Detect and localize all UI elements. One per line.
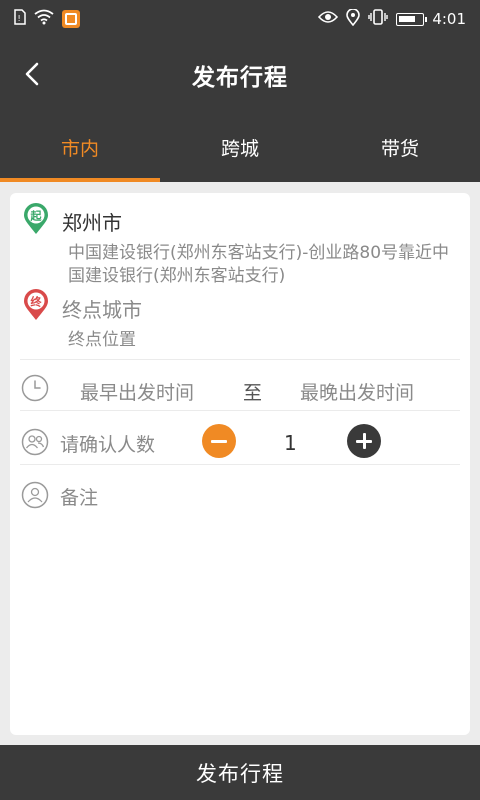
start-address: 中国建设银行(郑州东客站支行)-创业路80号靠近中国建设银行(郑州东客站支行) [68, 243, 450, 286]
time-separator: 至 [243, 382, 263, 404]
end-pin-icon: 终 [24, 289, 48, 320]
end-city-placeholder: 终点城市 [62, 298, 142, 322]
vibrate-icon [368, 9, 389, 29]
trip-type-tabs: 市内 跨城 带货 [0, 112, 480, 182]
divider [20, 410, 460, 411]
sim-icon: ! [14, 9, 26, 29]
clock-icon [21, 374, 49, 402]
battery-icon [396, 12, 428, 26]
svg-text:!: ! [18, 14, 21, 23]
eye-icon [318, 10, 339, 28]
start-pin-icon: 起 [24, 203, 48, 234]
page-title: 发布行程 [192, 65, 288, 91]
navigation-bar: 发布行程 [0, 38, 480, 112]
location-icon [346, 7, 361, 30]
tab-delivery[interactable]: 带货 [320, 112, 480, 182]
wifi-icon [34, 9, 54, 29]
latest-time-field[interactable]: 最晚出发时间 [300, 378, 414, 405]
status-bar-left: ! [14, 9, 80, 29]
person-icon [21, 481, 49, 509]
publish-trip-button[interactable]: 发布行程 [0, 745, 480, 800]
tab-intercity[interactable]: 跨城 [160, 112, 320, 182]
status-bar-right: 4:01 [318, 7, 466, 30]
trip-form-card: 起 郑州市 中国建设银行(郑州东客站支行)-创业路80号靠近中国建设银行(郑州东… [10, 193, 470, 735]
svg-text:起: 起 [30, 209, 43, 223]
passenger-count-value: 1 [284, 431, 297, 455]
remark-field[interactable]: 备注 [60, 483, 98, 510]
divider [20, 359, 460, 360]
minus-icon [211, 439, 227, 443]
start-city: 郑州市 [62, 211, 122, 235]
increase-count-button[interactable] [347, 424, 381, 458]
earliest-time-field[interactable]: 最早出发时间 [80, 378, 194, 405]
app-notification-icon [62, 10, 80, 28]
divider [20, 464, 460, 465]
passenger-count-label: 请确认人数 [60, 434, 156, 456]
tab-in-city[interactable]: 市内 [0, 112, 160, 182]
status-bar: ! 4:01 [0, 0, 480, 38]
svg-text:终: 终 [31, 295, 43, 309]
people-icon [21, 428, 49, 456]
end-address-placeholder: 终点位置 [68, 330, 136, 350]
status-time: 4:01 [432, 10, 466, 28]
decrease-count-button[interactable] [202, 424, 236, 458]
